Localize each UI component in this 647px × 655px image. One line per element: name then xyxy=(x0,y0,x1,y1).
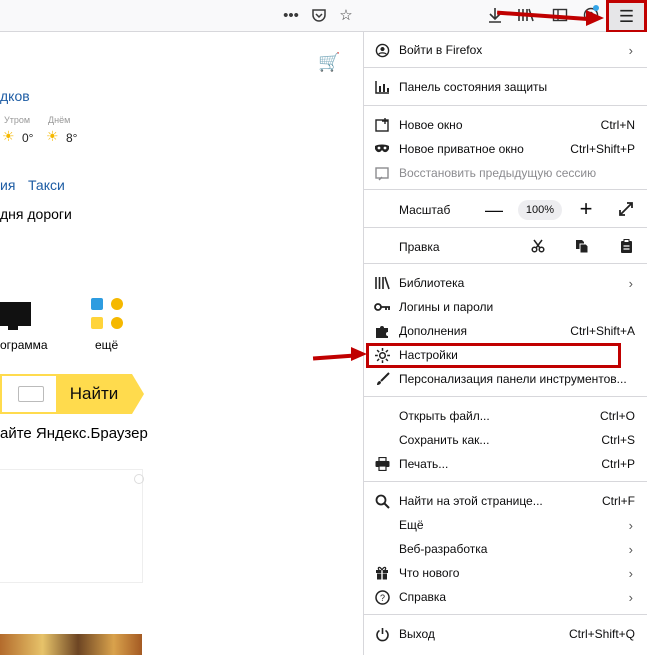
menu-addons[interactable]: Дополнения Ctrl+Shift+A xyxy=(369,319,647,343)
library-icon xyxy=(373,274,391,292)
keyboard-icon[interactable] xyxy=(18,386,44,402)
weather-day-label: Днём xyxy=(48,115,71,125)
tv-program-icon[interactable] xyxy=(0,302,31,330)
widget-card xyxy=(0,469,144,583)
annotation-arrowhead xyxy=(586,10,604,26)
weather-morning-label: Утром xyxy=(4,115,31,125)
svg-text:?: ? xyxy=(379,593,384,603)
menu-new-window[interactable]: Новое окно Ctrl+N xyxy=(369,113,647,137)
tv-program-label[interactable]: ограмма xyxy=(0,338,48,352)
menu-restore-session: Восстановить предыдущую сессию xyxy=(369,161,647,185)
zoom-reset-button[interactable]: 100% xyxy=(518,200,562,220)
menu-protection-dashboard[interactable]: Панель состояния защиты xyxy=(369,75,647,99)
bookmark-star-icon[interactable]: ☆ xyxy=(336,5,356,25)
menu-more[interactable]: Ещё › xyxy=(369,513,647,537)
mask-icon xyxy=(373,140,391,158)
yandex-page: 🛒 дков Утром Днём ☀ 0° ☀ 8° ия Такси дня… xyxy=(0,32,363,655)
printer-icon xyxy=(373,455,391,473)
key-icon xyxy=(373,298,391,316)
more-dots-icon[interactable]: ••• xyxy=(281,5,301,25)
sun-icon: ☀ xyxy=(2,128,15,144)
taxi-link[interactable]: Такси xyxy=(28,177,65,193)
gift-icon xyxy=(373,564,391,582)
menu-separator xyxy=(363,396,647,397)
apps-grid-icon[interactable] xyxy=(91,298,125,332)
cart-icon[interactable]: 🛒 xyxy=(318,52,340,73)
restore-session-icon xyxy=(373,164,391,182)
menu-separator xyxy=(363,189,647,190)
account-icon xyxy=(373,41,391,59)
day-temp: 8° xyxy=(66,131,78,145)
menu-whats-new[interactable]: Что нового › xyxy=(369,561,647,585)
new-window-icon xyxy=(373,116,391,134)
pocket-icon[interactable] xyxy=(309,5,329,25)
search-button[interactable]: Найти xyxy=(56,374,144,414)
news-image[interactable] xyxy=(0,634,142,655)
power-icon xyxy=(373,625,391,643)
zoom-out-button[interactable]: — xyxy=(484,198,504,222)
menu-sign-in[interactable]: Войти в Firefox › xyxy=(369,38,647,62)
menu-separator xyxy=(363,263,647,264)
puzzle-icon xyxy=(373,322,391,340)
menu-logins[interactable]: Логины и пароли xyxy=(369,295,647,319)
card-dot-icon xyxy=(134,474,144,484)
service-link[interactable]: ия xyxy=(0,177,15,193)
roads-text: дня дороги xyxy=(0,206,72,222)
browser-promo-text[interactable]: айте Яндекс.Браузер xyxy=(0,425,148,442)
help-icon: ? xyxy=(373,588,391,606)
more-services-label[interactable]: ещё xyxy=(95,338,118,352)
brush-icon xyxy=(373,370,391,388)
search-icon xyxy=(373,492,391,510)
sun-icon: ☀ xyxy=(46,128,59,144)
chevron-right-icon: › xyxy=(628,589,633,605)
copy-icon[interactable] xyxy=(573,237,591,255)
settings-highlight xyxy=(366,343,621,368)
chevron-right-icon: › xyxy=(628,541,633,557)
chevron-right-icon: › xyxy=(628,275,633,291)
hamburger-menu-icon[interactable]: ☰ xyxy=(606,0,647,33)
menu-private-window[interactable]: Новое приватное окно Ctrl+Shift+P xyxy=(369,137,647,161)
menu-separator xyxy=(363,481,647,482)
paste-icon[interactable] xyxy=(617,237,635,255)
cut-icon[interactable] xyxy=(529,237,547,255)
search-input[interactable] xyxy=(0,374,56,414)
weather-link[interactable]: дков xyxy=(0,88,30,104)
menu-separator xyxy=(363,227,647,228)
menu-print[interactable]: Печать... Ctrl+P xyxy=(369,452,647,476)
menu-save-as[interactable]: Сохранить как... Ctrl+S xyxy=(369,428,647,452)
menu-separator xyxy=(363,67,647,68)
menu-separator xyxy=(363,105,647,106)
fullscreen-icon[interactable] xyxy=(616,199,636,219)
chevron-right-icon: › xyxy=(628,565,633,581)
menu-edit: Правка xyxy=(399,240,440,254)
menu-library[interactable]: Библиотека › xyxy=(369,271,647,295)
annotation-arrowhead xyxy=(351,347,367,361)
menu-customize[interactable]: Персонализация панели инструментов... xyxy=(369,367,647,391)
menu-find[interactable]: Найти на этой странице... Ctrl+F xyxy=(369,489,647,513)
chevron-right-icon: › xyxy=(628,517,633,533)
url-bar-area: ••• ☆ xyxy=(0,0,363,32)
menu-web-dev[interactable]: Веб-разработка › xyxy=(369,537,647,561)
chevron-right-icon: › xyxy=(628,42,633,58)
morning-temp: 0° xyxy=(22,131,34,145)
menu-separator xyxy=(363,614,647,615)
zoom-in-button[interactable]: + xyxy=(575,196,597,221)
bar-chart-icon xyxy=(373,78,391,96)
menu-zoom: Масштаб xyxy=(399,203,451,217)
menu-quit[interactable]: Выход Ctrl+Shift+Q xyxy=(369,622,647,646)
menu-help[interactable]: ? Справка › xyxy=(369,585,647,609)
menu-open-file[interactable]: Открыть файл... Ctrl+O xyxy=(369,404,647,428)
